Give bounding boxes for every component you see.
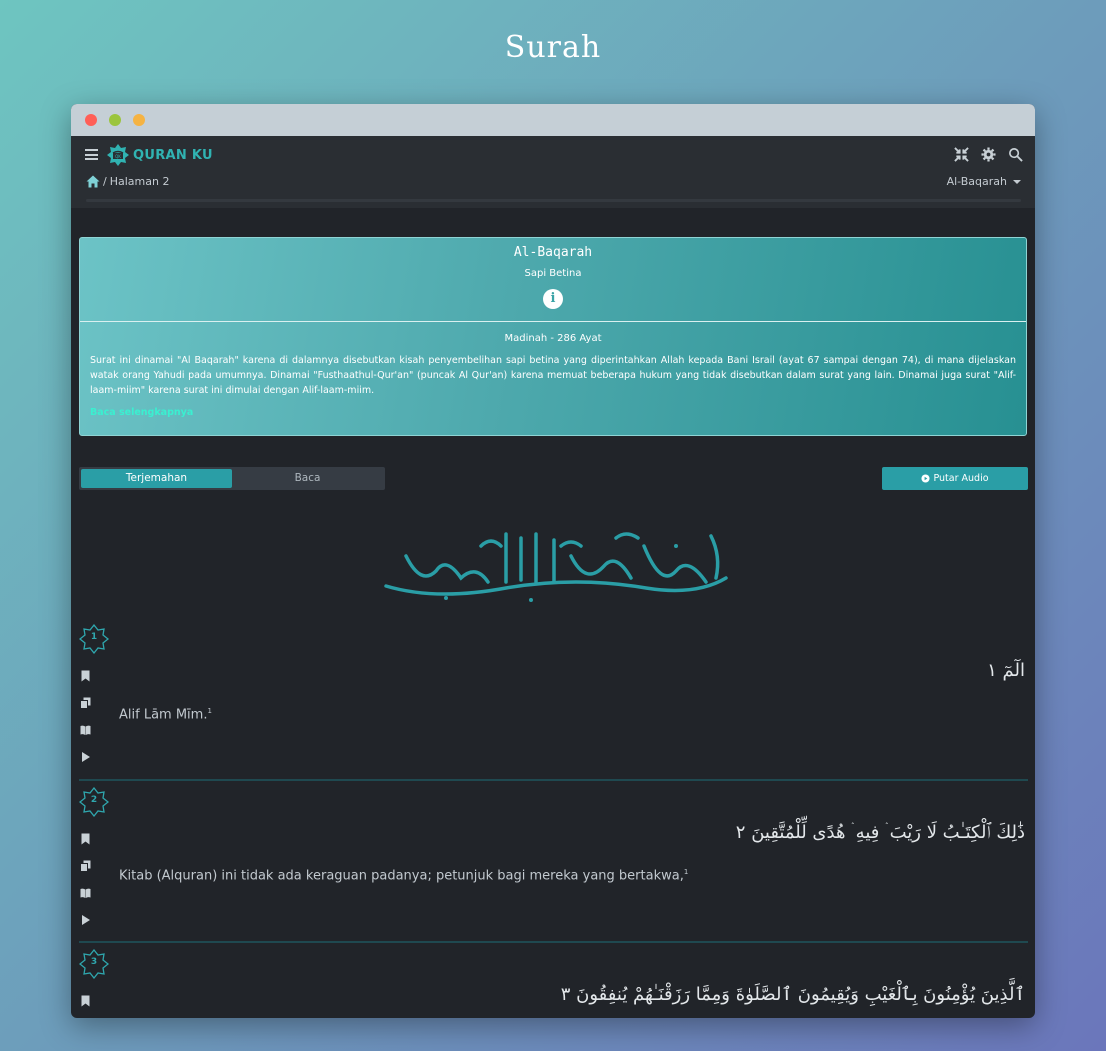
maximize-window-dot[interactable] xyxy=(133,114,145,126)
minimize-window-dot[interactable] xyxy=(109,114,121,126)
footnote-marker[interactable]: 1 xyxy=(684,868,688,876)
search-icon[interactable] xyxy=(1008,147,1023,162)
surah-name: Al-Baqarah xyxy=(513,245,593,260)
surah-place-ayat: Madinah - 286 Ayat xyxy=(504,333,602,344)
navbar: QK QURAN KU / Halaman 2 Al-Baqarah xyxy=(71,136,1035,208)
tab-terjemahan[interactable]: Terjemahan xyxy=(81,469,232,488)
page-title: Surah xyxy=(504,30,602,65)
app-logo[interactable]: QK QURAN KU xyxy=(107,144,213,166)
verse-arabic: ذَٰلِكَ ٱلْكِتَـٰبُ لَا رَيْبَ ۛ فِيهِ ۛ… xyxy=(735,822,1025,843)
play-icon[interactable] xyxy=(80,914,91,926)
verse-actions xyxy=(80,833,94,941)
verse-arabic: الٓمٓ ١ xyxy=(987,660,1025,681)
surah-dropdown-value: Al-Baqarah xyxy=(946,175,1007,188)
verse-translation: Kitab (Alquran) ini tidak ada keraguan p… xyxy=(119,868,688,883)
footnote-marker[interactable]: 1 xyxy=(207,707,211,715)
app-window: QK QURAN KU / Halaman 2 Al-Baqarah Al-Ba… xyxy=(71,104,1035,1018)
book-open-icon[interactable] xyxy=(80,724,91,736)
surah-info-card: Al-Baqarah Sapi Betina i Madinah - 286 A… xyxy=(79,237,1027,436)
view-tabs: Terjemahan Baca xyxy=(79,467,385,490)
chevron-down-icon xyxy=(1013,179,1021,184)
book-open-icon[interactable] xyxy=(80,887,91,899)
ayah-number: 2 xyxy=(90,795,98,805)
copy-icon[interactable] xyxy=(80,697,91,709)
breadcrumb-separator: / xyxy=(103,175,107,188)
verse-divider xyxy=(79,779,1028,781)
logo-icon: QK xyxy=(107,144,129,166)
svg-text:QK: QK xyxy=(115,154,121,159)
verse-translation: Alif Lām Mīm.1 xyxy=(119,707,212,722)
play-icon[interactable] xyxy=(80,751,91,763)
window-titlebar xyxy=(71,104,1035,136)
breadcrumb: / Halaman 2 xyxy=(86,175,169,188)
verse-actions xyxy=(80,670,94,778)
navbar-divider xyxy=(86,199,1021,202)
bismillah-calligraphy xyxy=(384,532,728,602)
play-audio-button[interactable]: Putar Audio xyxy=(882,467,1028,490)
collapse-icon[interactable] xyxy=(954,147,969,162)
surah-dropdown[interactable]: Al-Baqarah xyxy=(947,175,1021,188)
breadcrumb-current: Halaman 2 xyxy=(109,175,170,188)
read-more-link[interactable]: Baca selengkapnya xyxy=(80,407,1026,418)
translation-text: Kitab (Alquran) ini tidak ada keraguan p… xyxy=(119,868,684,884)
tab-baca[interactable]: Baca xyxy=(232,469,383,488)
verse-actions xyxy=(80,995,94,1018)
logo-text: QURAN KU xyxy=(133,147,213,163)
menu-icon[interactable] xyxy=(85,149,98,160)
play-circle-icon xyxy=(921,474,931,483)
bookmark-icon[interactable] xyxy=(80,670,91,682)
translation-text: Alif Lām Mīm. xyxy=(119,707,208,723)
verse-divider xyxy=(79,941,1028,943)
ayah-number: 1 xyxy=(90,632,98,642)
ayah-number: 3 xyxy=(90,957,98,967)
info-icon[interactable]: i xyxy=(543,289,563,309)
surah-description: Surat ini dinamai "Al Baqarah" karena di… xyxy=(90,355,1016,396)
copy-icon[interactable] xyxy=(80,860,91,872)
app-body: QK QURAN KU / Halaman 2 Al-Baqarah Al-Ba… xyxy=(71,136,1035,1018)
home-icon[interactable] xyxy=(86,175,100,188)
surah-meaning: Sapi Betina xyxy=(524,268,582,279)
bookmark-icon[interactable] xyxy=(80,833,91,845)
settings-icon[interactable] xyxy=(981,147,996,162)
close-window-dot[interactable] xyxy=(85,114,97,126)
verse-arabic: ٱلَّذِينَ يُؤْمِنُونَ بِٱلْغَيْبِ وَيُقِ… xyxy=(560,984,1025,1005)
play-audio-label: Putar Audio xyxy=(933,473,989,484)
bookmark-icon[interactable] xyxy=(80,995,91,1007)
